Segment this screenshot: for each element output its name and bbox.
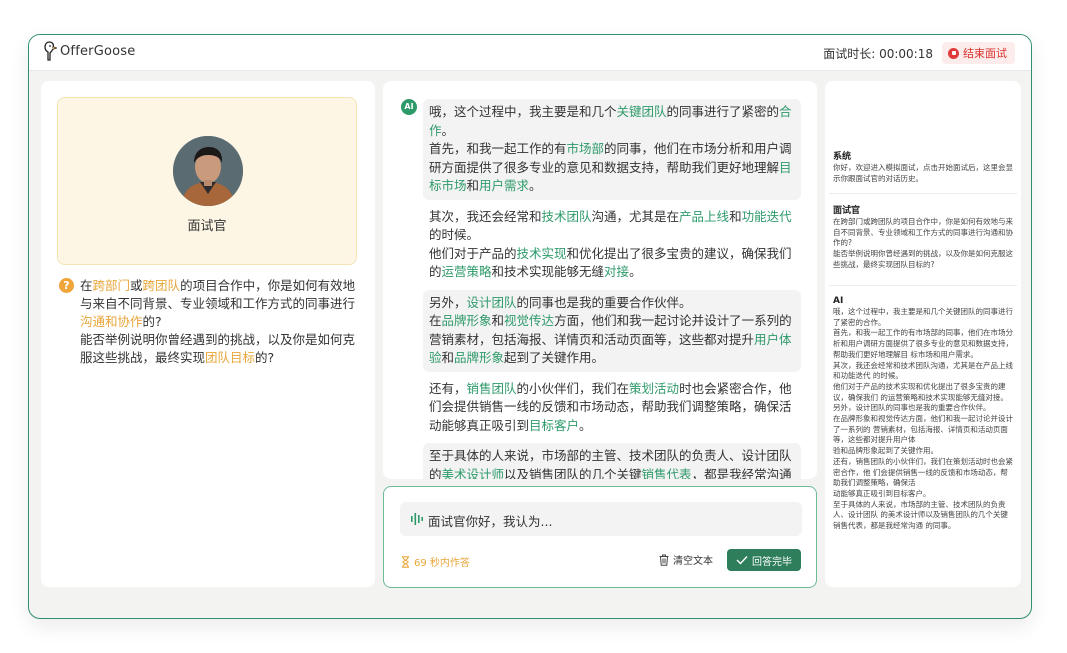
chat-segment: 他们对于产品的	[429, 245, 517, 261]
chat-keyword: 策划活动	[629, 380, 680, 396]
top-bar: OfferGoose 面试时长: 00:00:18 结束面试	[29, 35, 1031, 71]
chat-keyword: 销售团队	[466, 380, 517, 396]
chat-message-list[interactable]: 哦，这个过程中，我主要是和几个关键团队的同事进行了紧密的合作。 首先，和我一起工作…	[423, 99, 801, 479]
chat-keyword: 目标客户	[529, 417, 580, 433]
history-entry-system: 系统 你好，欢迎进入模拟面试，点击开始面试后，这里会显示你跟面试官的对话历史。	[833, 151, 1013, 184]
chat-segment: 和技术实现能够无缝	[491, 264, 605, 279]
interviewer-avatar	[173, 136, 243, 206]
chat-message: 哦，这个过程中，我主要是和几个关键团队的同事进行了紧密的合作。 首先，和我一起工作…	[423, 99, 801, 200]
answer-input-text: 面试官你好，我认为...	[428, 514, 553, 529]
chat-message: 其次，我还会经常和技术团队沟通，尤其是在产品上线和功能迭代的时候。他们对于产品的…	[423, 204, 801, 286]
interviewer-label: 面试官	[187, 219, 227, 234]
history-panel[interactable]: 系统 你好，欢迎进入模拟面试，点击开始面试后，这里会显示你跟面试官的对话历史。 …	[825, 81, 1021, 587]
app-window: OfferGoose 面试时长: 00:00:18 结束面试 面试官 ? 在跨部…	[28, 34, 1032, 619]
chat-segment: 另外，	[429, 294, 467, 310]
countdown: 69 秒内作答	[401, 554, 470, 569]
history-body: 哦，这个过程中，我主要是和几个关键团队的同事进行了紧密的合作。 首先，和我一起工…	[833, 307, 1013, 531]
stop-icon	[948, 47, 959, 59]
chat-keyword: 设计团队	[466, 294, 517, 310]
chat-keyword: 产品上线	[679, 208, 730, 224]
chat-message: 另外，设计团队的同事也是我的重要合作伙伴。 在品牌形象和视觉传达方面，他们和我一起…	[423, 289, 801, 372]
history-entry-interviewer: 面试官 在跨部门或跨团队的项目合作中，你是如何有效地与来自不同背景、专业领域和工…	[833, 205, 1013, 271]
history-title: 系统	[833, 152, 852, 162]
question-segment: 的?	[255, 350, 275, 365]
chat-segment: 哦，这个过程中，我主要是和几个	[429, 104, 617, 119]
question-keyword: 团队目标	[205, 350, 256, 365]
chat-keyword: 品牌形象	[441, 313, 492, 328]
logo: OfferGoose	[43, 41, 135, 61]
interview-question: ? 在跨部门或跨团队的项目合作中，你是如何有效地与来自不同背景、专业领域和工作方…	[59, 277, 359, 367]
chat-segment: 其次，我还会经常和	[429, 208, 542, 224]
question-segment: 在	[80, 278, 93, 293]
chat-keyword: 对接	[604, 264, 630, 279]
chat-keyword: 运营策略	[441, 264, 492, 279]
interviewer-card: 面试官	[57, 97, 357, 265]
chat-keyword: 关键团队	[616, 104, 667, 119]
answer-input[interactable]: 面试官你好，我认为...	[400, 502, 802, 536]
chat-keyword: 用户需求	[479, 178, 530, 193]
chat-segment: 的小伙伴们，我们在	[516, 380, 630, 396]
trash-icon	[659, 554, 669, 566]
answer-panel: 面试官你好，我认为... 69 秒内作答 清空文本 回答完毕	[383, 486, 817, 588]
chat-segment: 。	[529, 178, 542, 193]
clear-text-button[interactable]: 清空文本	[659, 552, 713, 567]
chat-message: 至于具体的人来说，市场部的主管、技术团队的负责人、设计团队的美术设计师以及销售团…	[423, 443, 801, 479]
chat-keyword: 市场部	[566, 141, 605, 156]
logo-text: OfferGoose	[60, 43, 136, 59]
chat-panel: AI 哦，这个过程中，我主要是和几个关键团队的同事进行了紧密的合作。 首先，和我一…	[383, 81, 817, 479]
chat-keyword: 品牌形象	[454, 350, 505, 365]
goose-logo-icon	[44, 41, 57, 61]
chat-segment: 和	[466, 178, 480, 193]
question-keyword: 沟通和协作	[80, 314, 143, 329]
answer-done-label: 回答完毕	[752, 556, 792, 568]
chat-segment: 的同事也是我的重要合作伙伴。	[516, 294, 692, 310]
question-text: 在跨部门或跨团队的项目合作中，你是如何有效地与来自不同背景、专业领域和工作方式的…	[59, 277, 359, 367]
history-title: AI	[833, 296, 844, 306]
chat-keyword: 视觉传达	[504, 313, 555, 328]
question-segment: 的?	[142, 314, 162, 329]
question-mark-icon: ?	[59, 278, 74, 293]
voice-wave-icon	[411, 513, 423, 525]
check-icon	[736, 556, 748, 565]
avatar-portrait-icon	[173, 136, 243, 206]
history-divider	[829, 285, 1017, 286]
chat-keyword: 技术实现	[516, 245, 567, 261]
chat-segment: 和	[729, 208, 742, 224]
interview-timer: 面试时长: 00:00:18	[823, 47, 933, 61]
chat-segment: 还有，	[429, 380, 467, 396]
interviewer-panel: 面试官 ? 在跨部门或跨团队的项目合作中，你是如何有效地与来自不同背景、专业领域…	[41, 81, 375, 587]
chat-message: 还有，销售团队的小伙伴们，我们在策划活动时也会紧密合作，他们会提供销售一线的反馈…	[423, 376, 801, 440]
chat-keyword: 销售代表	[641, 466, 692, 480]
end-interview-button[interactable]: 结束面试	[942, 42, 1015, 64]
chat-keyword: 美术设计师	[441, 466, 505, 480]
question-keyword: 跨部门	[92, 278, 131, 293]
answer-done-button[interactable]: 回答完毕	[727, 549, 801, 571]
chat-keyword: 功能迭代	[741, 208, 792, 224]
chat-keyword: 技术团队	[541, 208, 592, 224]
ai-avatar-icon: AI	[401, 99, 417, 115]
chat-segment: 和	[491, 313, 505, 328]
chat-segment: 的时候。	[429, 227, 480, 242]
hourglass-icon	[402, 555, 409, 568]
history-title: 面试官	[833, 206, 861, 216]
chat-segment: 以及销售团队的几个关键	[504, 466, 642, 480]
chat-segment: 。	[441, 122, 455, 138]
chat-segment: 。	[579, 417, 592, 433]
end-interview-label: 结束面试	[963, 47, 1007, 60]
chat-segment: 的同事进行了紧密的	[666, 104, 780, 119]
history-body: 你好，欢迎进入模拟面试，点击开始面试后，这里会显示你跟面试官的对话历史。	[833, 163, 1013, 183]
chat-segment: 起到了关键作用。	[504, 350, 605, 365]
history-entry-ai: AI 哦，这个过程中，我主要是和几个关键团队的同事进行了紧密的合作。 首先，和我…	[833, 295, 1013, 532]
chat-segment: 和	[441, 350, 455, 365]
question-segment: 或	[130, 278, 143, 293]
chat-segment: 。	[629, 264, 642, 279]
chat-segment: 首先，和我一起工作的有	[429, 141, 567, 156]
history-divider	[829, 193, 1017, 194]
question-keyword: 跨团队	[142, 278, 181, 293]
chat-segment: 沟通，尤其是在	[591, 208, 680, 224]
clear-text-label: 清空文本	[673, 556, 713, 567]
countdown-text: 69 秒内作答	[414, 558, 470, 569]
history-body: 在跨部门或跨团队的项目合作中，你是如何有效地与来自不同背景、专业领域和工作方式的…	[833, 217, 1013, 269]
chat-segment: 在	[429, 313, 442, 328]
